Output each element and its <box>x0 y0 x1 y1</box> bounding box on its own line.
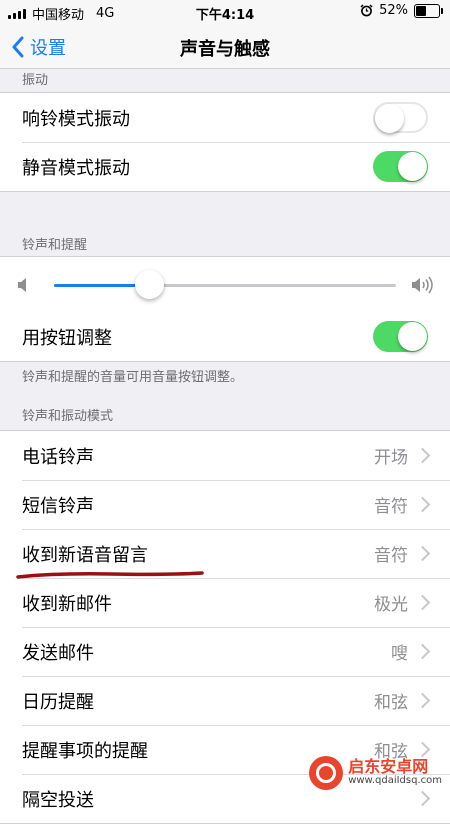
chevron-right-icon <box>414 447 431 464</box>
row-label: 收到新语音留言 <box>22 544 148 566</box>
row-value: 和弦 <box>374 693 408 713</box>
ring-vibrate-toggle[interactable] <box>373 102 428 133</box>
chevron-right-icon <box>414 594 431 611</box>
row-label: 用按钮调整 <box>22 327 112 349</box>
volume-slider-row <box>0 257 450 312</box>
status-bar: 中国移动 4G 下午4:14 52% <box>0 0 450 26</box>
battery-icon <box>414 3 443 18</box>
page-title: 声音与触感 <box>180 39 270 60</box>
chevron-right-icon <box>414 692 431 709</box>
volume-high-icon <box>412 276 433 294</box>
section-header-ringer: 铃声和提醒 <box>22 238 88 253</box>
row-value: 极光 <box>374 595 408 615</box>
navigation-bar: 设置 声音与触感 <box>0 26 450 69</box>
vibration-group: 响铃模式振动 静音模式振动 <box>0 92 450 192</box>
row-text-tone[interactable]: 短信铃声 音符 <box>0 480 450 529</box>
red-underline-annotation <box>16 571 204 579</box>
row-label: 响铃模式振动 <box>22 108 130 130</box>
ringer-group: 用按钮调整 <box>0 256 450 362</box>
alarm-icon <box>360 4 373 17</box>
watermark-logo-icon <box>309 756 344 790</box>
volume-slider-thumb[interactable] <box>134 270 164 299</box>
row-value: 音符 <box>374 546 408 566</box>
row-label: 发送邮件 <box>22 642 94 664</box>
row-label: 静音模式振动 <box>22 157 130 179</box>
chevron-right-icon <box>414 741 431 758</box>
row-change-with-buttons: 用按钮调整 <box>0 312 450 361</box>
row-value: 嗖 <box>391 644 408 664</box>
watermark-name: 启东安卓网 <box>348 757 429 777</box>
chevron-right-icon <box>414 643 431 660</box>
volume-low-icon <box>18 278 26 292</box>
row-label: 电话铃声 <box>22 446 94 468</box>
row-label: 短信铃声 <box>22 495 94 517</box>
change-with-buttons-toggle[interactable] <box>373 321 428 352</box>
chevron-right-icon <box>414 790 431 807</box>
row-silent-vibrate: 静音模式振动 <box>0 142 450 191</box>
watermark-text: 启东安卓网 www.qdaiIdsq.com <box>348 759 442 786</box>
silent-vibrate-toggle[interactable] <box>373 151 428 182</box>
row-ring-vibrate: 响铃模式振动 <box>0 93 450 142</box>
row-label: 隔空投送 <box>22 789 94 811</box>
chevron-right-icon <box>414 496 431 513</box>
row-value: 开场 <box>374 448 408 468</box>
row-ringtone[interactable]: 电话铃声 开场 <box>0 431 450 480</box>
site-watermark: 启东安卓网 www.qdaiIdsq.com <box>309 756 442 790</box>
row-calendar-alerts[interactable]: 日历提醒 和弦 <box>0 676 450 725</box>
volume-slider[interactable] <box>54 270 396 299</box>
status-right: 52% <box>360 3 443 18</box>
section-header-vibration: 振动 <box>22 73 49 88</box>
battery-percent: 52% <box>379 3 408 18</box>
row-sent-mail[interactable]: 发送邮件 嗖 <box>0 627 450 676</box>
row-value: 音符 <box>374 497 408 517</box>
row-new-mail[interactable]: 收到新邮件 极光 <box>0 578 450 627</box>
watermark-url: www.qdaiIdsq.com <box>348 775 442 787</box>
ringer-footer-note: 铃声和提醒的音量可用音量按钮调整。 <box>22 370 244 385</box>
row-label: 日历提醒 <box>22 691 94 713</box>
chevron-right-icon <box>414 545 431 562</box>
row-label: 收到新邮件 <box>22 593 112 615</box>
section-header-patterns: 铃声和振动模式 <box>22 409 114 424</box>
row-label: 提醒事项的提醒 <box>22 740 148 762</box>
